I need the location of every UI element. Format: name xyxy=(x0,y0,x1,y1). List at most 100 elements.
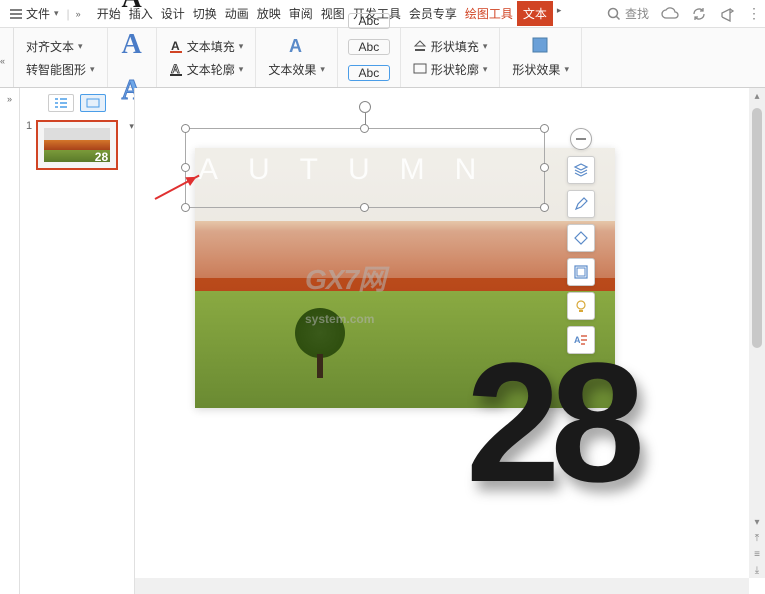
ribbon-group-text-effects: A 文本效果▾ xyxy=(256,28,338,87)
search-button[interactable]: 查找 xyxy=(607,5,649,22)
slide-nav-icon[interactable]: ≡ xyxy=(749,546,765,562)
more-menu-icon[interactable]: ⋮ xyxy=(747,5,761,22)
ribbon-group-wordart: A A A ▾ xyxy=(108,28,157,87)
frame-button[interactable] xyxy=(567,258,595,286)
search-icon xyxy=(607,7,621,21)
shape-effects-button[interactable]: 形状效果▾ xyxy=(508,59,573,80)
nav-strip: » xyxy=(0,88,20,594)
chevron-down-icon: ▾ xyxy=(54,8,59,19)
tab-transition[interactable]: 切换 xyxy=(189,1,221,26)
text-fill-button[interactable]: A 文本填充▾ xyxy=(165,36,248,57)
text-outline-button[interactable]: A 文本轮廓▾ xyxy=(165,59,248,80)
shape-outline-button[interactable]: 形状轮廓▾ xyxy=(409,59,492,80)
tab-drawing-tools[interactable]: 绘图工具 xyxy=(461,1,517,26)
tab-text[interactable]: 文本 xyxy=(517,1,553,26)
shape-style-1[interactable]: Abc xyxy=(348,13,390,29)
prev-slide-icon[interactable]: ⤒ xyxy=(749,530,765,546)
search-label: 查找 xyxy=(625,5,649,22)
view-toggle xyxy=(26,94,128,112)
more-icon[interactable]: » xyxy=(72,9,85,19)
idea-button[interactable] xyxy=(567,292,595,320)
text-effects-icon: A xyxy=(286,35,308,57)
next-slide-icon[interactable]: ⤓ xyxy=(749,562,765,578)
shape-outline-icon xyxy=(413,63,427,75)
resize-handle-w[interactable] xyxy=(181,163,190,172)
tab-slideshow[interactable]: 放映 xyxy=(253,1,285,26)
vertical-scrollbar[interactable]: ▴ ▾ ⤒ ≡ ⤓ xyxy=(749,88,765,578)
tabs-overflow-icon[interactable]: ▸ xyxy=(553,1,566,26)
shape-style-3[interactable]: Abc xyxy=(348,65,390,81)
wordart-style-2[interactable]: A xyxy=(122,29,142,61)
resize-handle-e[interactable] xyxy=(540,163,549,172)
tab-review[interactable]: 审阅 xyxy=(285,1,317,26)
file-menu[interactable]: 文件 ▾ xyxy=(4,3,65,24)
scroll-up-icon[interactable]: ▴ xyxy=(749,88,765,104)
thumbnail-view-button[interactable] xyxy=(80,94,106,112)
frame-icon xyxy=(573,264,589,280)
resize-handle-sw[interactable] xyxy=(181,203,190,212)
file-label: 文件 xyxy=(26,5,50,22)
thumbnail-preview: 28 xyxy=(36,120,118,170)
canvas-area[interactable]: GX7网system.com 28 AUTUMN xyxy=(135,88,765,594)
shape-fill-button[interactable]: 形状填充▾ xyxy=(409,36,492,57)
resize-handle-s[interactable] xyxy=(360,203,369,212)
pen-button[interactable] xyxy=(567,190,595,218)
svg-text:A: A xyxy=(289,36,302,56)
nav-expand-icon[interactable]: » xyxy=(7,94,12,104)
shape-button[interactable] xyxy=(567,224,595,252)
outline-view-button[interactable] xyxy=(48,94,74,112)
main-area: » 1 28 GX7网system.com 28 AUTUMN xyxy=(0,88,765,594)
smart-graphic-button[interactable]: 转智能图形▾ xyxy=(22,59,99,80)
ribbon-nav-left[interactable]: « xyxy=(0,28,14,87)
floating-toolbar: A xyxy=(567,128,595,354)
big-number-text[interactable]: 28 xyxy=(466,338,635,508)
ribbon-group-shape-format: 形状填充▾ 形状轮廓▾ xyxy=(401,28,501,87)
ribbon-group-text-format: A 文本填充▾ A 文本轮廓▾ xyxy=(157,28,257,87)
svg-text:A: A xyxy=(574,335,581,345)
slide[interactable]: GX7网system.com 28 AUTUMN xyxy=(195,148,615,408)
tab-animation[interactable]: 动画 xyxy=(221,1,253,26)
ribbon: « 对齐文本▾ 转智能图形▾ A A A ▾ A 文本填充▾ A 文本轮廓▾ A… xyxy=(0,28,765,88)
bulb-icon xyxy=(573,298,589,314)
tab-design[interactable]: 设计 xyxy=(157,1,189,26)
resize-handle-nw[interactable] xyxy=(181,124,190,133)
ribbon-group-shape-styles: Abc Abc Abc ▾ xyxy=(338,28,401,87)
wordart-style-1[interactable]: A xyxy=(122,0,142,15)
tab-member[interactable]: 会员专享 xyxy=(405,1,461,26)
outline-icon xyxy=(54,98,68,108)
minus-icon xyxy=(576,138,586,140)
ribbon-group-text-align: 对齐文本▾ 转智能图形▾ xyxy=(14,28,108,87)
cloud-icon[interactable] xyxy=(661,7,679,21)
text-fill-icon: A xyxy=(169,39,183,53)
tab-start[interactable]: 开始 xyxy=(93,1,125,26)
rotation-handle[interactable] xyxy=(359,101,371,113)
selected-textbox[interactable]: AUTUMN xyxy=(185,128,545,208)
collapse-button[interactable] xyxy=(570,128,592,150)
tab-view[interactable]: 视图 xyxy=(317,1,349,26)
text-effect-button[interactable]: A xyxy=(567,326,595,354)
resize-handle-ne[interactable] xyxy=(540,124,549,133)
menu-tabs: 开始 插入 设计 切换 动画 放映 审阅 视图 开发工具 会员专享 绘图工具 文… xyxy=(93,1,566,26)
slide-number: 1 xyxy=(26,120,32,170)
resize-handle-se[interactable] xyxy=(540,203,549,212)
sync-icon[interactable] xyxy=(691,6,707,22)
shape-effects-icon xyxy=(530,35,552,57)
resize-handle-n[interactable] xyxy=(360,124,369,133)
svg-text:A: A xyxy=(171,62,180,76)
thumbnail-overlay-text: 28 xyxy=(95,150,108,164)
scroll-down-icon[interactable]: ▾ xyxy=(749,514,765,530)
svg-text:A: A xyxy=(171,39,180,53)
horizontal-scrollbar[interactable] xyxy=(135,578,749,594)
align-text-button[interactable]: 对齐文本▾ xyxy=(22,36,99,57)
layers-button[interactable] xyxy=(567,156,595,184)
textbox-content[interactable]: AUTUMN xyxy=(198,153,532,187)
text-effect-icon: A xyxy=(573,332,589,348)
pen-icon xyxy=(573,196,589,212)
slide-thumbnail-1[interactable]: 1 28 xyxy=(26,120,128,170)
scrollbar-thumb[interactable] xyxy=(752,108,762,348)
slides-panel: 1 28 xyxy=(20,88,135,594)
share-icon[interactable] xyxy=(719,6,735,22)
text-effects-button[interactable]: 文本效果▾ xyxy=(264,59,329,80)
ribbon-group-shape-effects: 形状效果▾ xyxy=(500,28,582,87)
shape-style-2[interactable]: Abc xyxy=(348,39,390,55)
